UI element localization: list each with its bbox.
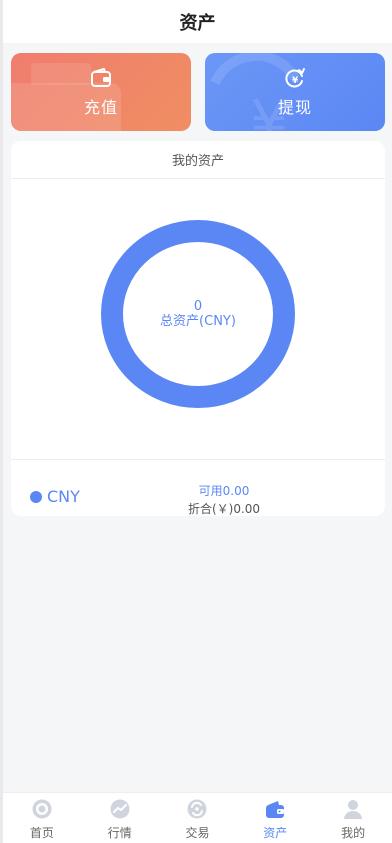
nav-item-home[interactable]: 首页 (3, 793, 81, 843)
left-edge-line (0, 0, 3, 843)
home-icon (32, 799, 52, 819)
nav-item-trade[interactable]: 交易 (159, 793, 237, 843)
converted-balance: 折合(￥)0.00 (187, 502, 261, 516)
nav-label-market: 行情 (107, 826, 132, 840)
recharge-background-graphic (11, 63, 121, 131)
wallet-icon (91, 68, 111, 87)
currency-legend: CNY (30, 487, 80, 506)
available-balance: 可用0.00 (198, 484, 250, 498)
my-assets-card: 我的资产 0 总资产(CNY) CNY 可用0.00 折合(￥)0.00 (11, 141, 385, 516)
nav-label-mine: 我的 (341, 826, 366, 840)
user-icon (344, 800, 363, 819)
donut-center: 0 总资产(CNY) (101, 220, 295, 408)
withdraw-icon: ¥ (285, 68, 305, 88)
bottom-nav: 首页 行情 交易 资产 我的 (3, 792, 392, 843)
recharge-button[interactable]: 充值 (11, 53, 191, 131)
total-assets-value: 0 (193, 299, 203, 314)
currency-name: CNY (47, 487, 80, 506)
trade-icon (187, 799, 207, 819)
assets-card-header: 我的资产 (11, 141, 385, 179)
nav-label-trade: 交易 (185, 826, 210, 840)
nav-item-market[interactable]: 行情 (81, 793, 159, 843)
currency-balances: 可用0.00 折合(￥)0.00 (179, 482, 269, 518)
withdraw-button[interactable]: ¥ ¥ 提现 (205, 53, 385, 131)
withdraw-background-graphic: ¥ (210, 53, 300, 131)
assets-card-title: 我的资产 (171, 154, 224, 169)
nav-label-assets: 资产 (263, 826, 288, 840)
currency-dot (30, 490, 42, 503)
withdraw-label: 提现 (277, 98, 312, 117)
header: 资产 (3, 0, 392, 43)
page-title: 资产 (179, 12, 216, 34)
nav-item-assets[interactable]: 资产 (236, 793, 314, 843)
market-icon (110, 799, 130, 819)
total-assets-label: 总资产(CNY) (160, 314, 236, 329)
nav-item-mine[interactable]: 我的 (314, 793, 392, 843)
nav-label-home: 首页 (29, 826, 54, 840)
total-assets-donut: 0 总资产(CNY) (101, 220, 295, 408)
recharge-label: 充值 (83, 98, 118, 117)
assets-divider (11, 459, 385, 460)
wallet-icon (266, 801, 285, 818)
svg-text:¥: ¥ (292, 76, 299, 86)
